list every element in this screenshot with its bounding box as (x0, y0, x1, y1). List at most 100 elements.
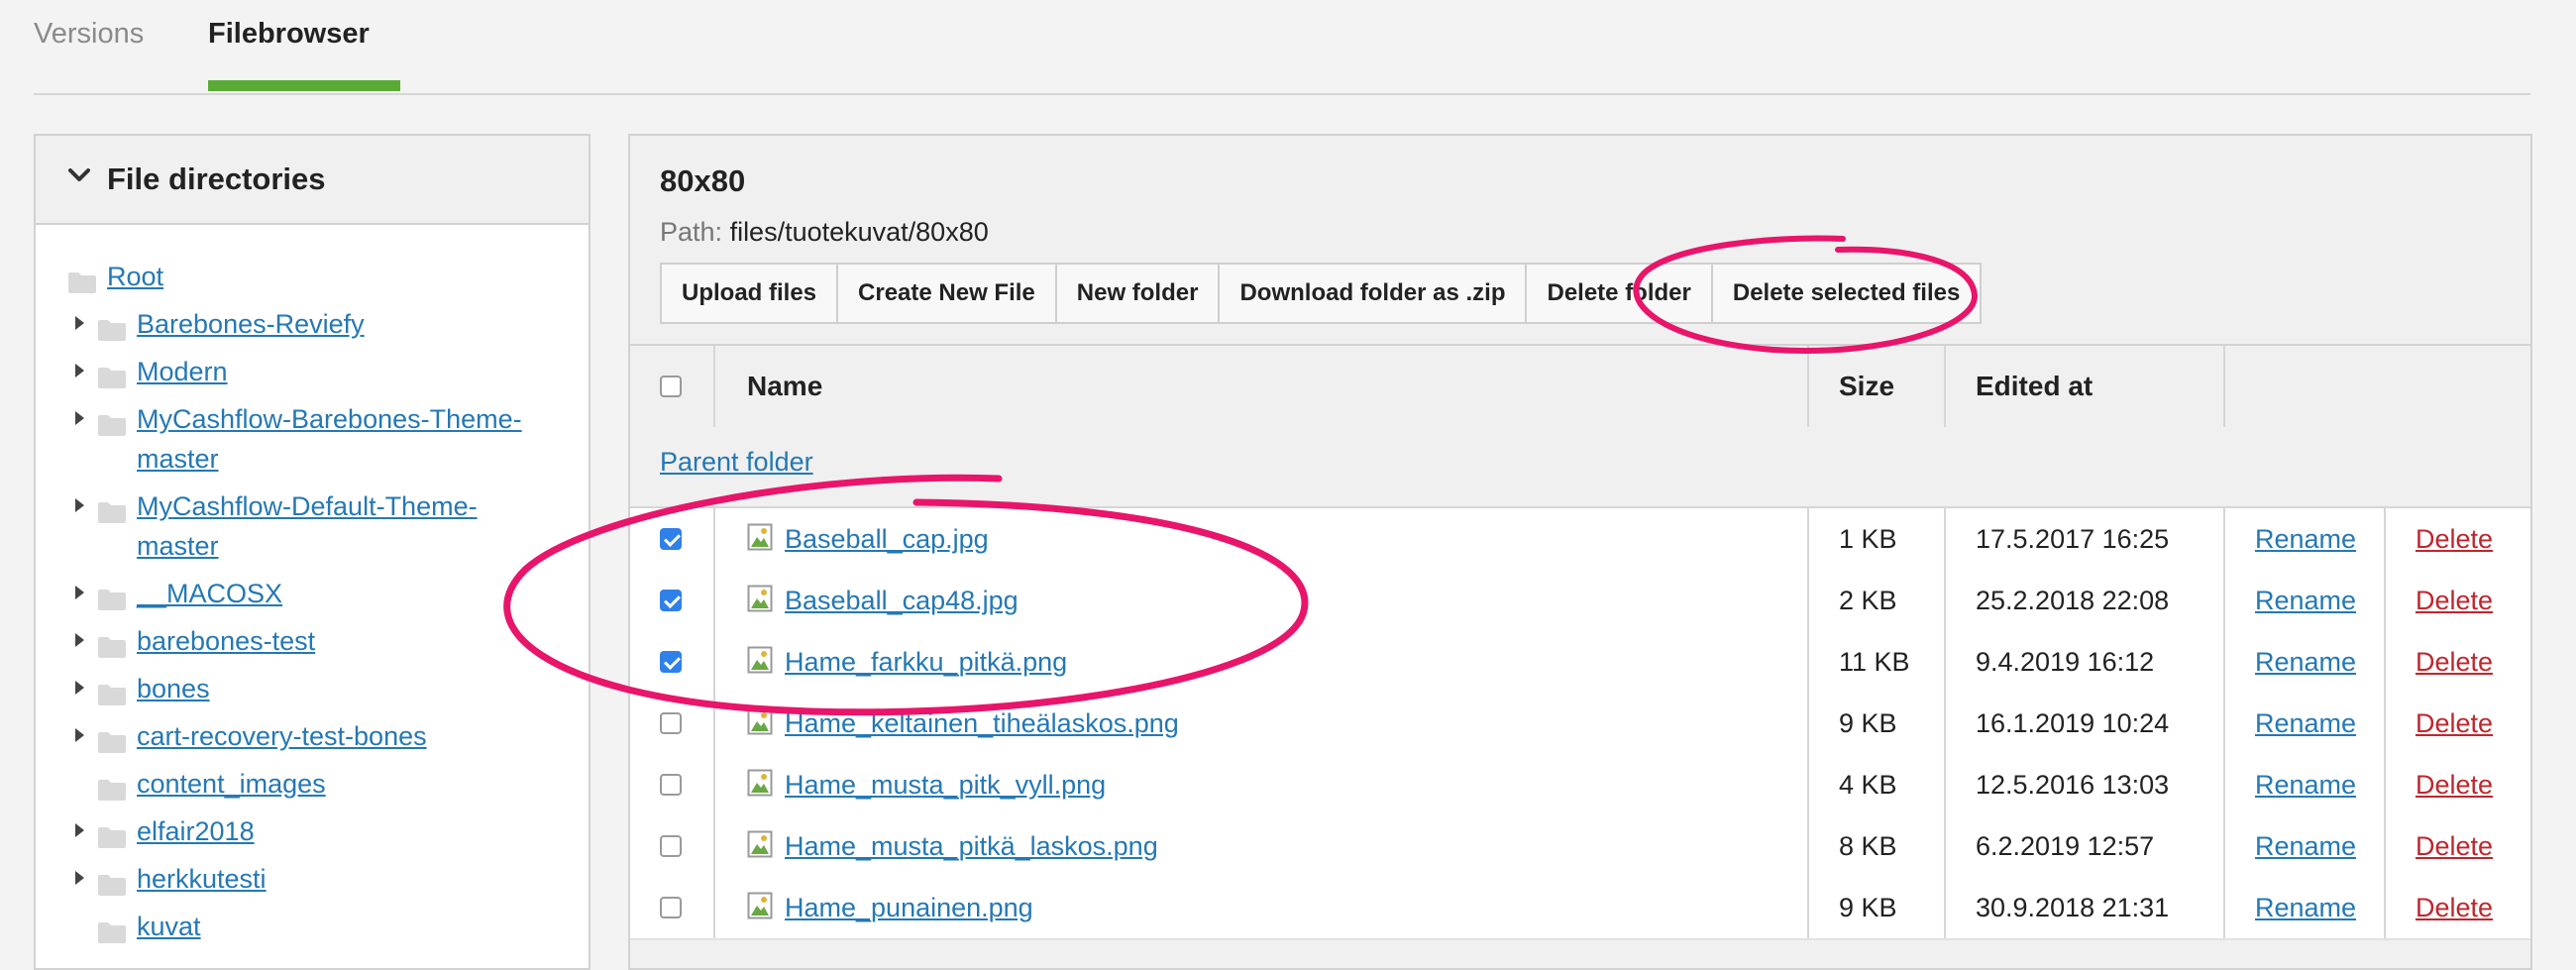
tree-item-link[interactable]: content_images (137, 764, 326, 804)
delete-folder-button[interactable]: Delete folder (1527, 265, 1713, 322)
file-name-link[interactable]: Hame_keltainen_tiheälaskos.png (785, 708, 1179, 738)
delete-link[interactable]: Delete (2415, 524, 2493, 554)
folder-icon (97, 313, 127, 353)
expand-arrow-icon[interactable] (75, 633, 84, 647)
download-folder-zip-button[interactable]: Download folder as .zip (1220, 265, 1528, 322)
file-select-checkbox[interactable] (660, 651, 682, 673)
column-header-edited[interactable]: Edited at (1976, 346, 2093, 427)
tab-versions[interactable]: Versions (34, 18, 144, 51)
file-name-link[interactable]: Hame_musta_pitk_vyll.png (785, 770, 1106, 800)
folder-icon (97, 408, 127, 448)
file-name-link[interactable]: Hame_punainen.png (785, 893, 1033, 922)
file-edited-at: 6.2.2019 12:57 (1976, 831, 2155, 861)
expand-arrow-icon[interactable] (75, 498, 84, 512)
file-size: 1 KB (1839, 524, 1897, 554)
tree-item-link-continued[interactable]: master (137, 439, 219, 479)
file-name-link[interactable]: Baseball_cap.jpg (785, 524, 989, 554)
expand-arrow-icon[interactable] (75, 316, 84, 330)
column-header-name[interactable]: Name (747, 346, 822, 427)
tab-filebrowser[interactable]: Filebrowser (208, 18, 370, 51)
file-select-checkbox[interactable] (660, 712, 682, 734)
parent-folder-link[interactable]: Parent folder (660, 447, 813, 478)
expand-arrow-icon[interactable] (75, 823, 84, 837)
tree-item-link[interactable]: barebones-test (137, 621, 315, 661)
file-size: 9 KB (1839, 708, 1897, 738)
tree-item-link[interactable]: MyCashflow-Default-Theme- (137, 486, 478, 526)
rename-link[interactable]: Rename (2255, 708, 2356, 738)
rename-link[interactable]: Rename (2255, 893, 2356, 922)
rename-link[interactable]: Rename (2255, 831, 2356, 861)
column-divider (1944, 754, 1946, 815)
expand-arrow-icon[interactable] (75, 586, 84, 599)
new-folder-button[interactable]: New folder (1056, 265, 1221, 322)
delete-selected-files-button[interactable]: Delete selected files (1712, 265, 1981, 322)
image-file-icon (747, 769, 773, 799)
tree-item-link[interactable]: Modern (137, 352, 228, 391)
expand-arrow-icon[interactable] (75, 411, 84, 425)
rename-link[interactable]: Rename (2255, 770, 2356, 800)
file-select-checkbox[interactable] (660, 897, 682, 918)
file-row: Hame_farkku_pitkä.png 11 KB 9.4.2019 16:12… (630, 631, 2530, 695)
tree-item-link[interactable]: __MACOSX (137, 574, 282, 613)
expand-arrow-icon[interactable] (75, 871, 84, 885)
rename-link[interactable]: Rename (2255, 647, 2356, 677)
delete-link[interactable]: Delete (2415, 893, 2493, 922)
select-all-checkbox[interactable] (660, 376, 682, 397)
file-select-checkbox[interactable] (660, 528, 682, 550)
file-select-checkbox[interactable] (660, 835, 682, 857)
file-row: Hame_musta_pitk_vyll.png 4 KB 12.5.2016 13… (630, 754, 2530, 817)
expand-arrow-icon[interactable] (75, 364, 84, 377)
file-size: 2 KB (1839, 586, 1897, 615)
file-row: Hame_punainen.png 9 KB 30.9.2018 21:31 Rena… (630, 877, 2530, 940)
tree-item-link[interactable]: MyCashflow-Barebones-Theme- (137, 399, 522, 439)
file-edited-at: 25.2.2018 22:08 (1976, 586, 2170, 615)
column-divider (2384, 754, 2386, 815)
column-divider (1944, 631, 1946, 693)
parent-folder-row: Parent folder (630, 427, 2530, 508)
column-divider (1807, 815, 1809, 877)
column-divider (2223, 508, 2225, 570)
file-directories-header[interactable]: File directories (36, 136, 589, 225)
upload-files-button[interactable]: Upload files (662, 265, 839, 322)
rename-link[interactable]: Rename (2255, 586, 2356, 615)
tree-item-link[interactable]: Barebones-Reviefy (137, 304, 365, 344)
tree-item-link[interactable]: cart-recovery-test-bones (137, 716, 427, 756)
image-file-icon (747, 892, 773, 921)
chevron-down-icon[interactable] (65, 162, 93, 189)
expand-arrow-icon[interactable] (75, 728, 84, 742)
folder-panel: 80x80 Path: files/tuotekuvat/80x80 Uploa… (628, 134, 2532, 970)
file-row: Hame_keltainen_tiheälaskos.png 9 KB 16.1.2… (630, 693, 2530, 756)
folder-icon (97, 495, 127, 535)
column-divider (713, 346, 715, 427)
column-divider (2223, 815, 2225, 877)
tree-item-link[interactable]: kuvat (137, 907, 201, 946)
active-tab-indicator (208, 80, 400, 91)
tree-item-link-continued[interactable]: master (137, 526, 219, 566)
delete-link[interactable]: Delete (2415, 831, 2493, 861)
tree-item-link[interactable]: Root (107, 257, 163, 296)
delete-link[interactable]: Delete (2415, 708, 2493, 738)
create-new-file-button[interactable]: Create New File (838, 265, 1057, 322)
file-name-link[interactable]: Hame_farkku_pitkä.png (785, 647, 1067, 677)
tree-item-link[interactable]: herkkutesti (137, 859, 267, 899)
file-size: 4 KB (1839, 770, 1897, 800)
expand-arrow-icon[interactable] (75, 681, 84, 695)
column-divider (713, 693, 715, 754)
file-select-checkbox[interactable] (660, 774, 682, 796)
delete-link[interactable]: Delete (2415, 647, 2493, 677)
file-name-link[interactable]: Baseball_cap48.jpg (785, 586, 1019, 615)
file-select-checkbox[interactable] (660, 590, 682, 611)
delete-link[interactable]: Delete (2415, 770, 2493, 800)
column-divider (1807, 570, 1809, 631)
file-edited-at: 12.5.2016 13:03 (1976, 770, 2170, 800)
rename-link[interactable]: Rename (2255, 524, 2356, 554)
column-header-size[interactable]: Size (1839, 346, 1894, 427)
file-name-link[interactable]: Hame_musta_pitkä_laskos.png (785, 831, 1158, 861)
delete-link[interactable]: Delete (2415, 586, 2493, 615)
tree-item-link[interactable]: elfair2018 (137, 811, 255, 851)
column-divider (2223, 693, 2225, 754)
file-edited-at: 30.9.2018 21:31 (1976, 893, 2170, 922)
image-file-icon (747, 707, 773, 737)
tree-item-link[interactable]: bones (137, 669, 210, 708)
folder-icon (97, 678, 127, 717)
